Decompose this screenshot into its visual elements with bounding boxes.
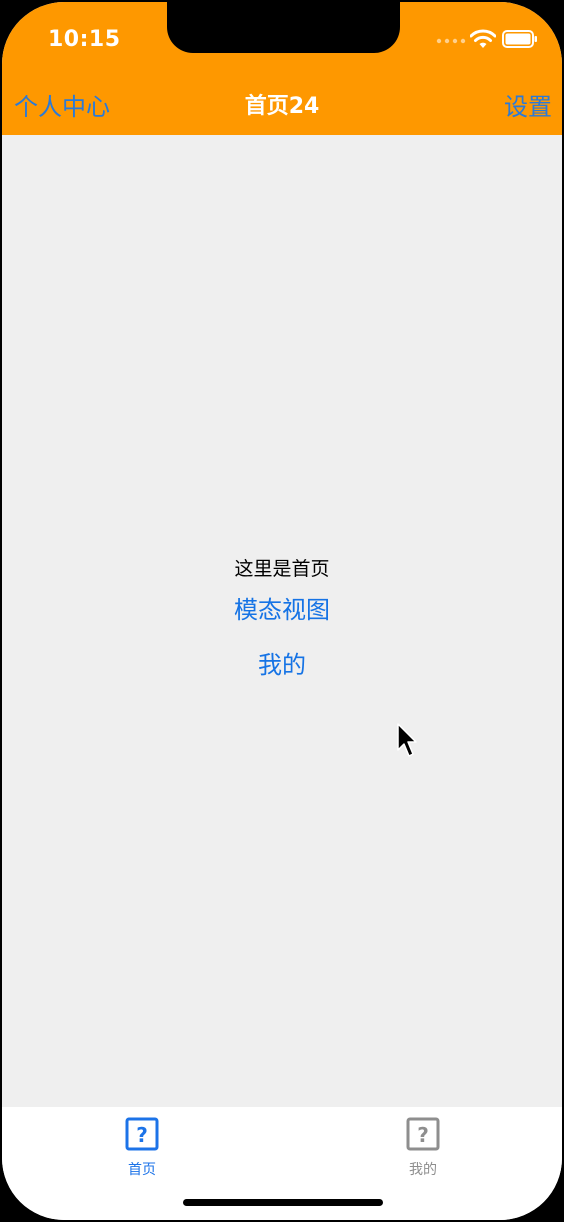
navigation-header: 10:15 个人中心 首页24 设置 (2, 2, 562, 135)
tab-home-label: 首页 (128, 1162, 156, 1178)
mouse-cursor-icon (397, 723, 417, 757)
cellular-signal-icon (436, 38, 466, 44)
status-time: 10:15 (48, 27, 121, 52)
tab-mine[interactable]: ? 我的 (363, 1107, 483, 1187)
svg-text:?: ? (417, 1123, 429, 1147)
svg-text:?: ? (136, 1123, 148, 1147)
tab-home[interactable]: ? 首页 (82, 1107, 202, 1187)
home-indicator (183, 1199, 383, 1206)
mine-button[interactable]: 我的 (2, 645, 562, 680)
phone-screen: 10:15 个人中心 首页24 设置 这里是首页 模态视图 我的 ? 首页 ? … (2, 2, 562, 1220)
settings-button[interactable]: 设置 (504, 87, 552, 122)
home-label: 这里是首页 (234, 558, 330, 580)
main-content: 这里是首页 模态视图 我的 (2, 135, 562, 1107)
question-square-icon: ? (406, 1117, 440, 1151)
page-title: 首页24 (244, 94, 320, 119)
question-square-icon: ? (125, 1117, 159, 1151)
device-notch (167, 2, 400, 53)
modal-view-button[interactable]: 模态视图 (2, 590, 562, 625)
wifi-icon (470, 29, 496, 48)
tab-mine-label: 我的 (409, 1162, 437, 1178)
battery-icon (502, 30, 537, 48)
